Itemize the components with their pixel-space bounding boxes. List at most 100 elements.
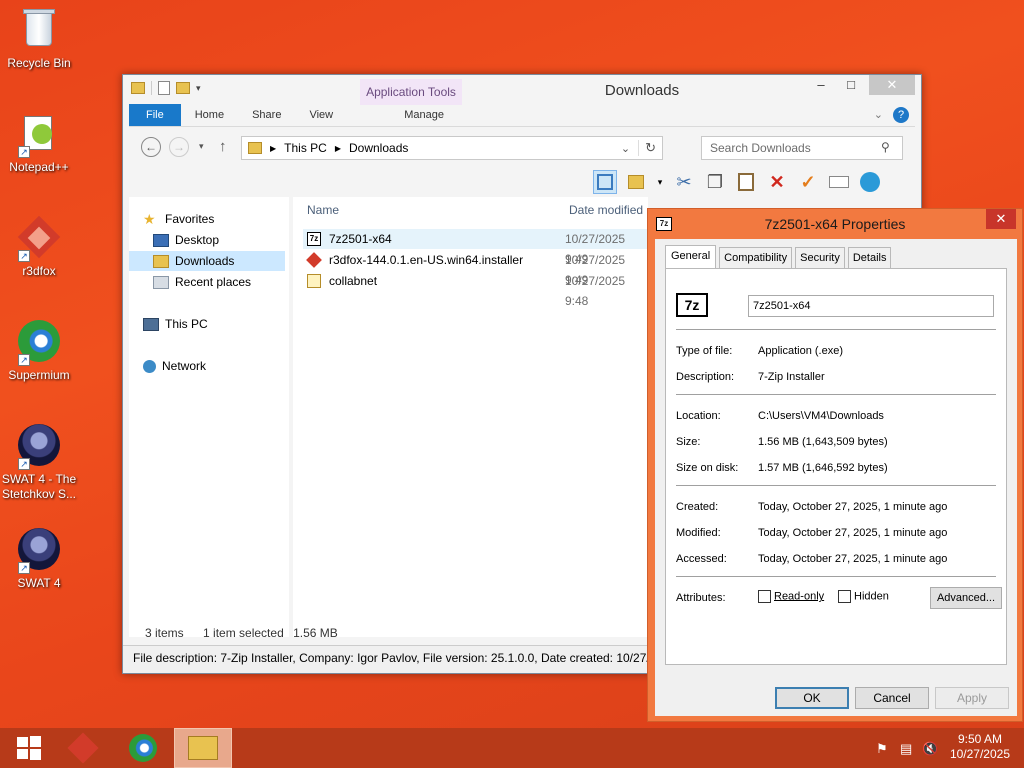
location-value: C:\Users\VM4\Downloads <box>758 410 884 422</box>
installer-icon <box>307 274 321 288</box>
hidden-checkbox[interactable]: Hidden <box>838 590 889 603</box>
column-header-date[interactable]: Date modified <box>569 203 643 217</box>
nav-this-pc[interactable]: This PC <box>143 314 303 334</box>
search-icon[interactable]: ⚲ <box>881 140 890 154</box>
network-icon[interactable] <box>858 170 882 194</box>
preview-pane-icon[interactable] <box>593 170 617 194</box>
shortcut-arrow-icon: ↗ <box>18 146 30 158</box>
rename-icon[interactable] <box>827 170 851 194</box>
desktop-icon <box>153 234 169 248</box>
clock[interactable]: 9:50 AM 10/27/2025 <box>950 732 1010 762</box>
tab-general[interactable]: General <box>665 245 717 268</box>
tab-manage[interactable]: Manage <box>373 104 475 126</box>
delete-icon[interactable]: ✕ <box>765 170 789 194</box>
breadcrumb-downloads[interactable]: Downloads <box>349 141 408 155</box>
file-explorer-icon <box>188 736 218 760</box>
desktop-icon-notepadpp[interactable]: ↗ Notepad++ <box>0 110 78 175</box>
taskbar-r3dfox[interactable] <box>54 728 112 768</box>
expand-ribbon-icon[interactable]: ⌄ <box>874 104 883 126</box>
desktop-icon-recycle-bin[interactable]: Recycle Bin <box>0 6 78 71</box>
swat4-stetchkov-icon: ↗ <box>16 422 62 470</box>
desktop-icon-swat4-stetchkov[interactable]: ↗ SWAT 4 - The Stetchkov S... <box>0 422 78 502</box>
taskbar-supermium[interactable] <box>114 728 172 768</box>
back-button[interactable]: ← <box>141 137 161 157</box>
shortcut-arrow-icon: ↗ <box>18 458 30 470</box>
start-button[interactable] <box>0 728 58 768</box>
notepadpp-icon: ↗ <box>16 110 62 158</box>
tab-share[interactable]: Share <box>238 104 295 126</box>
nav-recent-places[interactable]: Recent places <box>153 272 313 292</box>
nav-favorites[interactable]: ★ Favorites <box>143 209 303 229</box>
supermium-icon: ↗ <box>16 318 62 366</box>
properties-titlebar[interactable]: 7z 7z2501-x64 Properties ✕ <box>648 209 1022 239</box>
size-value: 1.56 MB (1,643,509 bytes) <box>758 436 888 448</box>
properties-tabs: General Compatibility Security Details <box>665 245 894 268</box>
created-value: Today, October 27, 2025, 1 minute ago <box>758 501 948 513</box>
apply-button[interactable]: Apply <box>935 687 1009 709</box>
nav-downloads[interactable]: Downloads <box>129 251 285 271</box>
ribbon-tabs: File Home Share View Manage ⌄ ? <box>129 104 915 127</box>
status-bar: 3 items 1 item selected 1.56 MB <box>129 623 649 643</box>
nav-desktop[interactable]: Desktop <box>153 230 313 250</box>
close-button[interactable]: ✕ <box>869 75 915 95</box>
properties-close-button[interactable]: ✕ <box>986 209 1016 229</box>
tab-details[interactable]: Details <box>847 247 892 268</box>
minimize-button[interactable]: – <box>807 75 835 95</box>
recent-locations-icon[interactable]: ▾ <box>199 141 204 152</box>
cancel-button[interactable]: Cancel <box>855 687 929 709</box>
address-bar[interactable]: ▶ This PC ▶ Downloads ⌄ ↻ <box>241 136 663 160</box>
properties-body: General Compatibility Security Details 7… <box>655 239 1017 716</box>
column-header-name[interactable]: Name <box>307 203 339 217</box>
up-button[interactable]: ↑ <box>219 138 227 155</box>
file-row[interactable]: r3dfox-144.0.1.en-US.win64.installer 10/… <box>303 250 648 287</box>
paste-icon[interactable] <box>734 170 758 194</box>
selected-size: 1.56 MB <box>293 626 338 640</box>
tab-view[interactable]: View <box>295 104 347 126</box>
tab-file[interactable]: File <box>129 104 181 126</box>
volume-muted-icon[interactable]: 🔇 <box>922 741 938 757</box>
type-of-file-value: Application (.exe) <box>758 345 843 357</box>
address-dropdown-icon[interactable]: ⌄ <box>621 142 630 155</box>
shortcut-arrow-icon: ↗ <box>18 354 30 366</box>
tab-compatibility[interactable]: Compatibility <box>719 247 793 268</box>
refresh-icon[interactable]: ↻ <box>638 140 662 156</box>
file-row[interactable]: collabnet 10/27/2025 9:48 <box>303 271 648 308</box>
taskbar-file-explorer[interactable] <box>174 728 232 768</box>
checkmark-icon[interactable]: ✓ <box>796 170 820 194</box>
nav-network[interactable]: Network <box>143 356 303 376</box>
size-on-disk-value: 1.57 MB (1,646,592 bytes) <box>758 462 888 474</box>
downloads-icon <box>153 255 169 269</box>
general-panel: 7z 7z2501-x64 Type of file: Application … <box>665 268 1007 665</box>
desktop-icon-swat4[interactable]: ↗ SWAT 4 <box>0 526 78 591</box>
description-value: 7-Zip Installer <box>758 371 825 383</box>
forward-button[interactable]: → <box>169 137 189 157</box>
readonly-checkbox[interactable]: Read-only <box>758 590 824 603</box>
tab-home[interactable]: Home <box>181 104 238 126</box>
file-row[interactable]: 7z 7z2501-x64 10/27/2025 9:49 <box>303 229 648 266</box>
modified-value: Today, October 27, 2025, 1 minute ago <box>758 527 948 539</box>
folder-options-icon[interactable] <box>624 170 648 194</box>
network-tray-icon[interactable]: ▤ <box>900 741 912 757</box>
explorer-titlebar[interactable]: ▾ Application Tools Downloads – □ ✕ <box>123 75 921 105</box>
network-icon <box>143 360 156 374</box>
swat4-icon: ↗ <box>16 526 62 574</box>
shortcut-arrow-icon: ↗ <box>18 250 30 262</box>
cut-icon[interactable]: ✂ <box>672 170 696 194</box>
properties-title: 7z2501-x64 Properties <box>764 216 906 232</box>
options-dropdown-icon[interactable]: ▾ <box>655 170 665 194</box>
shortcut-arrow-icon: ↗ <box>18 562 30 574</box>
breadcrumb-this-pc[interactable]: This PC <box>284 141 327 155</box>
advanced-button[interactable]: Advanced... <box>930 587 1002 609</box>
ok-button[interactable]: OK <box>775 687 849 709</box>
action-center-flag-icon[interactable]: ⚑ <box>876 741 888 757</box>
copy-icon[interactable]: ❐ <box>703 170 727 194</box>
maximize-button[interactable]: □ <box>837 75 865 95</box>
tab-security[interactable]: Security <box>795 247 845 268</box>
help-icon[interactable]: ? <box>893 107 909 123</box>
filename-field[interactable]: 7z2501-x64 <box>748 295 994 317</box>
supermium-icon <box>129 734 157 762</box>
r3dfox-installer-icon <box>306 252 322 268</box>
desktop-icon-r3dfox[interactable]: ↗ r3dfox <box>0 214 78 279</box>
search-input[interactable]: Search Downloads <box>701 136 903 160</box>
desktop-icon-supermium[interactable]: ↗ Supermium <box>0 318 78 383</box>
